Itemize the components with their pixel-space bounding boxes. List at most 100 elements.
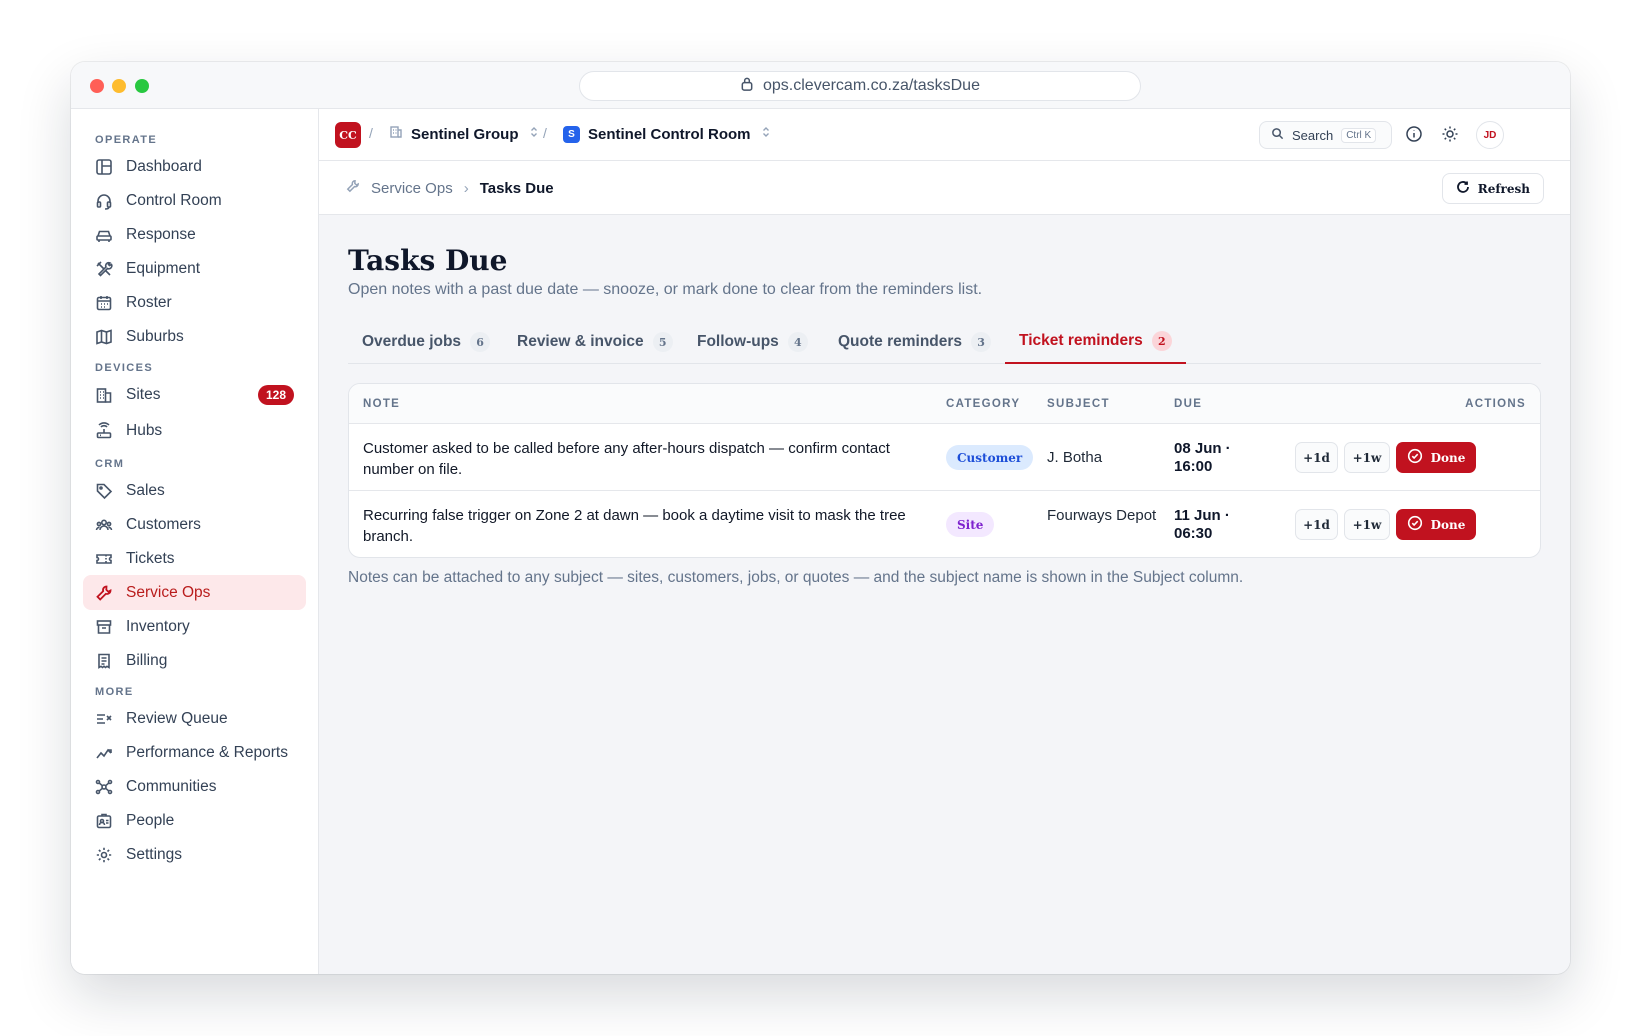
nav-section-more: MORE (95, 686, 134, 698)
tab-bar: Overdue jobs 6 Review & invoice 5 Follow… (348, 320, 1541, 364)
snooze-day-button[interactable]: +1d (1295, 442, 1338, 473)
table-header: NOTE CATEGORY SUBJECT DUE ACTIONS (349, 384, 1540, 424)
tab-count: 2 (1151, 331, 1172, 351)
snooze-day-button[interactable]: +1d (1295, 509, 1338, 540)
nav-section-devices: DEVICES (95, 362, 154, 374)
gear-icon (95, 846, 113, 864)
lock-icon (740, 76, 754, 96)
sidebar-item-roster[interactable]: Roster (83, 285, 306, 320)
nav-section-crm: CRM (95, 458, 125, 470)
sidebar: OPERATE Dashboard Control Room Response … (71, 109, 319, 974)
workspace-name: Sentinel Control Room (588, 125, 751, 143)
tab-label: Ticket reminders (1019, 332, 1143, 349)
org-switcher[interactable]: Sentinel Group (389, 125, 541, 143)
workspace-switcher[interactable]: S Sentinel Control Room (563, 125, 773, 143)
sidebar-item-sites[interactable]: Sites 128 (83, 377, 306, 412)
refresh-button[interactable]: Refresh (1441, 173, 1544, 204)
map-icon (95, 328, 113, 346)
topbar-separator: / (543, 125, 547, 141)
sidebar-item-label: People (126, 811, 175, 829)
org-name: Sentinel Group (411, 125, 519, 143)
due-datetime: 08 Jun · 16:00 (1174, 440, 1274, 476)
headset-icon (95, 192, 113, 210)
sidebar-item-label: Control Room (126, 191, 222, 209)
tab-follow-ups[interactable]: Follow-ups 4 (683, 320, 822, 364)
search-button[interactable]: Search Ctrl K (1259, 121, 1392, 149)
address-bar[interactable]: ops.clevercam.co.za/tasksDue (579, 71, 1141, 101)
calendar-icon (95, 294, 113, 312)
subject-name: Fourways Depot (1047, 507, 1157, 524)
tab-quote-reminders[interactable]: Quote reminders 3 (824, 320, 1005, 364)
note-text: Customer asked to be called before any a… (363, 440, 890, 478)
sidebar-item-billing[interactable]: Billing (83, 643, 306, 678)
car-icon (95, 226, 113, 244)
column-header-due: DUE (1174, 398, 1203, 410)
sidebar-item-customers[interactable]: Customers (83, 507, 306, 542)
app-logo[interactable]: CC (335, 122, 361, 148)
sidebar-item-settings[interactable]: Settings (83, 837, 306, 872)
sidebar-item-people[interactable]: People (83, 803, 306, 838)
check-circle-icon (1407, 515, 1423, 534)
sidebar-item-label: Roster (126, 293, 172, 311)
sidebar-item-communities[interactable]: Communities (83, 769, 306, 804)
sidebar-item-dashboard[interactable]: Dashboard (83, 149, 306, 184)
sidebar-item-control-room[interactable]: Control Room (83, 183, 306, 218)
wrench-icon (95, 584, 113, 602)
reminders-table: NOTE CATEGORY SUBJECT DUE ACTIONS Custom… (348, 383, 1541, 558)
sidebar-item-label: Equipment (126, 259, 201, 277)
minimize-window-button[interactable] (112, 79, 126, 93)
subject-name: J. Botha (1047, 449, 1103, 466)
sidebar-item-label: Inventory (126, 617, 190, 635)
sidebar-item-sales[interactable]: Sales (83, 473, 306, 508)
network-icon (95, 778, 113, 796)
tab-label: Review & invoice (517, 333, 644, 350)
sidebar-item-label: Dashboard (126, 157, 202, 175)
breadcrumb-parent[interactable]: Service Ops (371, 180, 453, 197)
tag-icon (95, 482, 113, 500)
column-header-note: NOTE (363, 398, 401, 410)
tab-overdue-jobs[interactable]: Overdue jobs 6 (348, 320, 504, 364)
ticket-icon (95, 550, 113, 568)
close-window-button[interactable] (90, 79, 104, 93)
building-icon (95, 386, 113, 404)
topbar: CC / Sentinel Group / S Sentinel Control… (319, 109, 1570, 161)
done-button[interactable]: Done (1396, 442, 1476, 473)
sidebar-item-label: Sites (126, 385, 161, 403)
sidebar-item-review-queue[interactable]: Review Queue (83, 701, 306, 736)
sidebar-item-hubs[interactable]: Hubs (83, 413, 306, 448)
sidebar-item-tickets[interactable]: Tickets (83, 541, 306, 576)
category-badge: Site (946, 512, 995, 537)
due-datetime: 11 Jun · 06:30 (1174, 507, 1274, 543)
trend-icon (95, 744, 113, 762)
user-avatar[interactable]: JD (1476, 121, 1504, 149)
sidebar-item-inventory[interactable]: Inventory (83, 609, 306, 644)
chevron-updown-icon (527, 125, 541, 143)
sidebar-item-label: Response (126, 225, 196, 243)
sidebar-item-equipment[interactable]: Equipment (83, 251, 306, 286)
search-shortcut: Ctrl K (1341, 127, 1377, 143)
due-date: 11 Jun · (1174, 507, 1230, 524)
info-icon[interactable] (1405, 125, 1423, 143)
sidebar-item-label: Sales (126, 481, 165, 499)
wrench-icon (346, 179, 360, 197)
done-button[interactable]: Done (1396, 509, 1476, 540)
due-time: 06:30 (1174, 525, 1213, 542)
note-text: Recurring false trigger on Zone 2 at daw… (363, 507, 906, 545)
sidebar-item-performance-reports[interactable]: Performance & Reports (83, 735, 306, 770)
sidebar-item-label: Hubs (126, 421, 163, 439)
snooze-week-button[interactable]: +1w (1344, 442, 1390, 473)
maximize-window-button[interactable] (135, 79, 149, 93)
sun-icon[interactable] (1441, 125, 1459, 143)
sidebar-item-service-ops[interactable]: Service Ops (83, 575, 306, 610)
table-footnote: Notes can be attached to any subject — s… (348, 569, 1244, 586)
tab-ticket-reminders[interactable]: Ticket reminders 2 (1005, 320, 1186, 364)
sidebar-item-suburbs[interactable]: Suburbs (83, 319, 306, 354)
tab-review-invoice[interactable]: Review & invoice 5 (503, 320, 687, 364)
sidebar-item-response[interactable]: Response (83, 217, 306, 252)
snooze-week-button[interactable]: +1w (1344, 509, 1390, 540)
search-label: Search (1292, 127, 1334, 143)
main-content: Tasks Due Open notes with a past due dat… (319, 215, 1570, 974)
dashboard-icon (95, 158, 113, 176)
building-icon (389, 125, 403, 143)
tab-count: 6 (470, 332, 491, 352)
